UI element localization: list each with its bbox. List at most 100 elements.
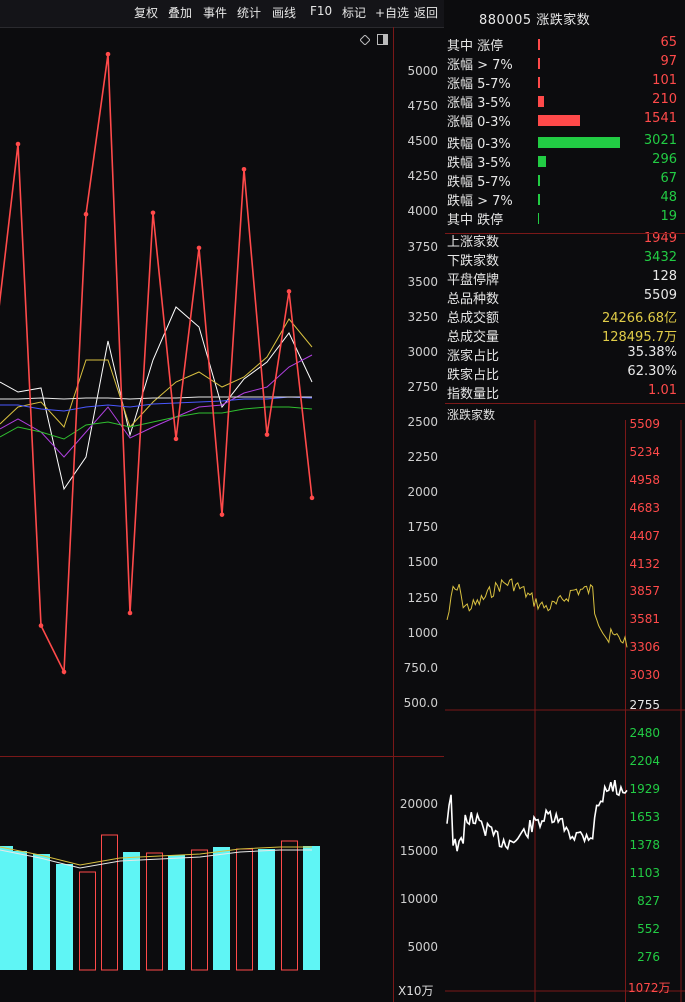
distribution-label: 跌幅 0-3% — [447, 137, 511, 152]
distribution-row: 涨幅 5-7% 101 — [447, 73, 677, 92]
f10-button[interactable]: F10 — [310, 4, 332, 18]
distribution-row: 跌幅 5-7% 67 — [447, 171, 677, 190]
mini-bottom-label: 1072万 — [628, 981, 671, 995]
distribution-bar — [538, 58, 541, 69]
summary-row: 涨家占比 35.38% — [447, 345, 677, 364]
mini-axis-tick-down: 1103 — [629, 866, 660, 880]
distribution-value: 3021 — [643, 133, 677, 148]
distribution-value: 296 — [652, 152, 677, 167]
summary-label: 平盘停牌 — [447, 273, 500, 288]
overlay-button[interactable]: 叠加 — [168, 4, 192, 21]
distribution-bar — [538, 96, 544, 107]
distribution-row: 涨幅 3-5% 210 — [447, 92, 677, 111]
distribution-value: 101 — [652, 73, 677, 88]
summary-value: 5509 — [643, 288, 677, 303]
price-point — [309, 495, 315, 501]
distribution-row: 涨幅 > 7% 97 — [447, 54, 677, 73]
distribution-label: 跌幅 3-5% — [447, 156, 511, 171]
main-chart — [0, 27, 444, 1002]
summary-label: 涨家占比 — [447, 349, 500, 364]
price-axis-tick: 2500 — [407, 415, 438, 429]
volume-bar — [10, 851, 27, 970]
price-line-series — [0, 51, 315, 676]
distribution-label: 涨幅 0-3% — [447, 115, 511, 130]
mini-axis-tick-down: 1929 — [629, 782, 660, 796]
mark-button[interactable]: 标记 — [342, 4, 366, 21]
price-axis-tick: 3500 — [407, 274, 438, 289]
mini-down-line — [446, 779, 628, 852]
distribution-label: 涨幅 5-7% — [447, 77, 511, 92]
volume-unit-label: X10万 — [398, 984, 434, 998]
distribution-value: 67 — [660, 171, 677, 186]
summary-label: 指数量比 — [447, 387, 500, 402]
summary-label: 总品种数 — [447, 292, 500, 307]
summary-label: 下跌家数 — [447, 254, 500, 269]
distribution-bar — [538, 213, 539, 224]
moving-average-lines — [0, 306, 313, 491]
volume-bar — [146, 852, 163, 971]
price-point — [241, 166, 247, 172]
summary-row: 下跌家数 3432 — [447, 250, 677, 269]
distribution-label: 跌幅 5-7% — [447, 175, 511, 190]
volume-axis-tick: 10000 — [399, 892, 438, 906]
mini-axis-tick-down: 2480 — [629, 726, 660, 740]
distribution-label: 其中 跌停 — [447, 213, 504, 228]
distribution-row: 其中 跌停 19 — [447, 209, 677, 228]
summary-value: 3432 — [643, 250, 677, 265]
summary-value: 62.30% — [627, 364, 677, 379]
price-point — [150, 210, 156, 216]
price-axis-tick: 2750 — [407, 379, 438, 394]
restore-rights-button[interactable]: 复权 — [134, 4, 158, 21]
mini-axis-tick-down: 2755 — [629, 698, 660, 712]
price-point — [15, 141, 21, 147]
price-point — [38, 623, 44, 628]
distribution-row: 涨幅 0-3% 1541 — [447, 111, 677, 130]
statistics-button[interactable]: 统计 — [237, 4, 261, 21]
mini-axis-tick-down: 1378 — [629, 838, 660, 852]
volume-bar — [101, 834, 118, 971]
back-button[interactable]: 返回 — [414, 4, 438, 21]
price-axis-tick: 2000 — [407, 485, 438, 500]
distribution-label: 跌幅 > 7% — [447, 194, 513, 209]
price-point — [61, 669, 67, 675]
distribution-row: 跌幅 0-3% 3021 — [447, 133, 677, 152]
volume-bar — [191, 849, 208, 971]
price-axis-tick: 750.0 — [403, 660, 438, 675]
price-axis-tick: 3750 — [407, 239, 438, 254]
distribution-row: 跌幅 3-5% 296 — [447, 152, 677, 171]
draw-line-button[interactable]: 画线 — [272, 4, 296, 21]
summary-row: 总成交额 24266.68亿 — [447, 307, 677, 326]
add-watchlist-button[interactable]: +自选 — [375, 4, 409, 21]
mini-axis-tick-up: 3306 — [629, 640, 660, 655]
volume-bar — [258, 849, 275, 970]
panel-header: 880005 涨跌家数 — [445, 0, 685, 33]
mini-axis-tick-up: 3581 — [629, 612, 660, 627]
mini-up-line — [446, 578, 628, 648]
distribution-bar — [538, 156, 547, 167]
distribution-bar — [538, 115, 580, 126]
price-point — [219, 512, 225, 517]
price-axis-tick: 3000 — [407, 344, 438, 359]
volume-bar — [79, 871, 96, 971]
volume-bars — [0, 834, 320, 971]
volume-bar — [303, 846, 320, 970]
volume-bar — [33, 854, 50, 970]
volume-axis-tick: 15000 — [399, 844, 438, 858]
price-axis-tick: 4750 — [407, 99, 438, 114]
distribution-bar — [538, 77, 541, 88]
summary-label: 总成交量 — [447, 330, 500, 345]
summary-label: 总成交额 — [447, 311, 500, 326]
volume-axis-tick: 5000 — [407, 940, 438, 954]
panel-separator — [445, 403, 685, 404]
distribution-value: 65 — [660, 35, 677, 50]
distribution-bar — [538, 194, 540, 205]
price-axis-tick: 1000 — [407, 625, 438, 640]
summary-row: 总成交量 128495.7万 — [447, 326, 677, 345]
price-point — [83, 211, 89, 217]
distribution-value: 48 — [660, 190, 677, 205]
volume-bar — [281, 840, 298, 971]
volume-bar — [123, 852, 140, 970]
summary-row: 跌家占比 62.30% — [447, 364, 677, 383]
mini-axis-tick-up: 5509 — [629, 417, 660, 431]
events-button[interactable]: 事件 — [203, 4, 227, 21]
